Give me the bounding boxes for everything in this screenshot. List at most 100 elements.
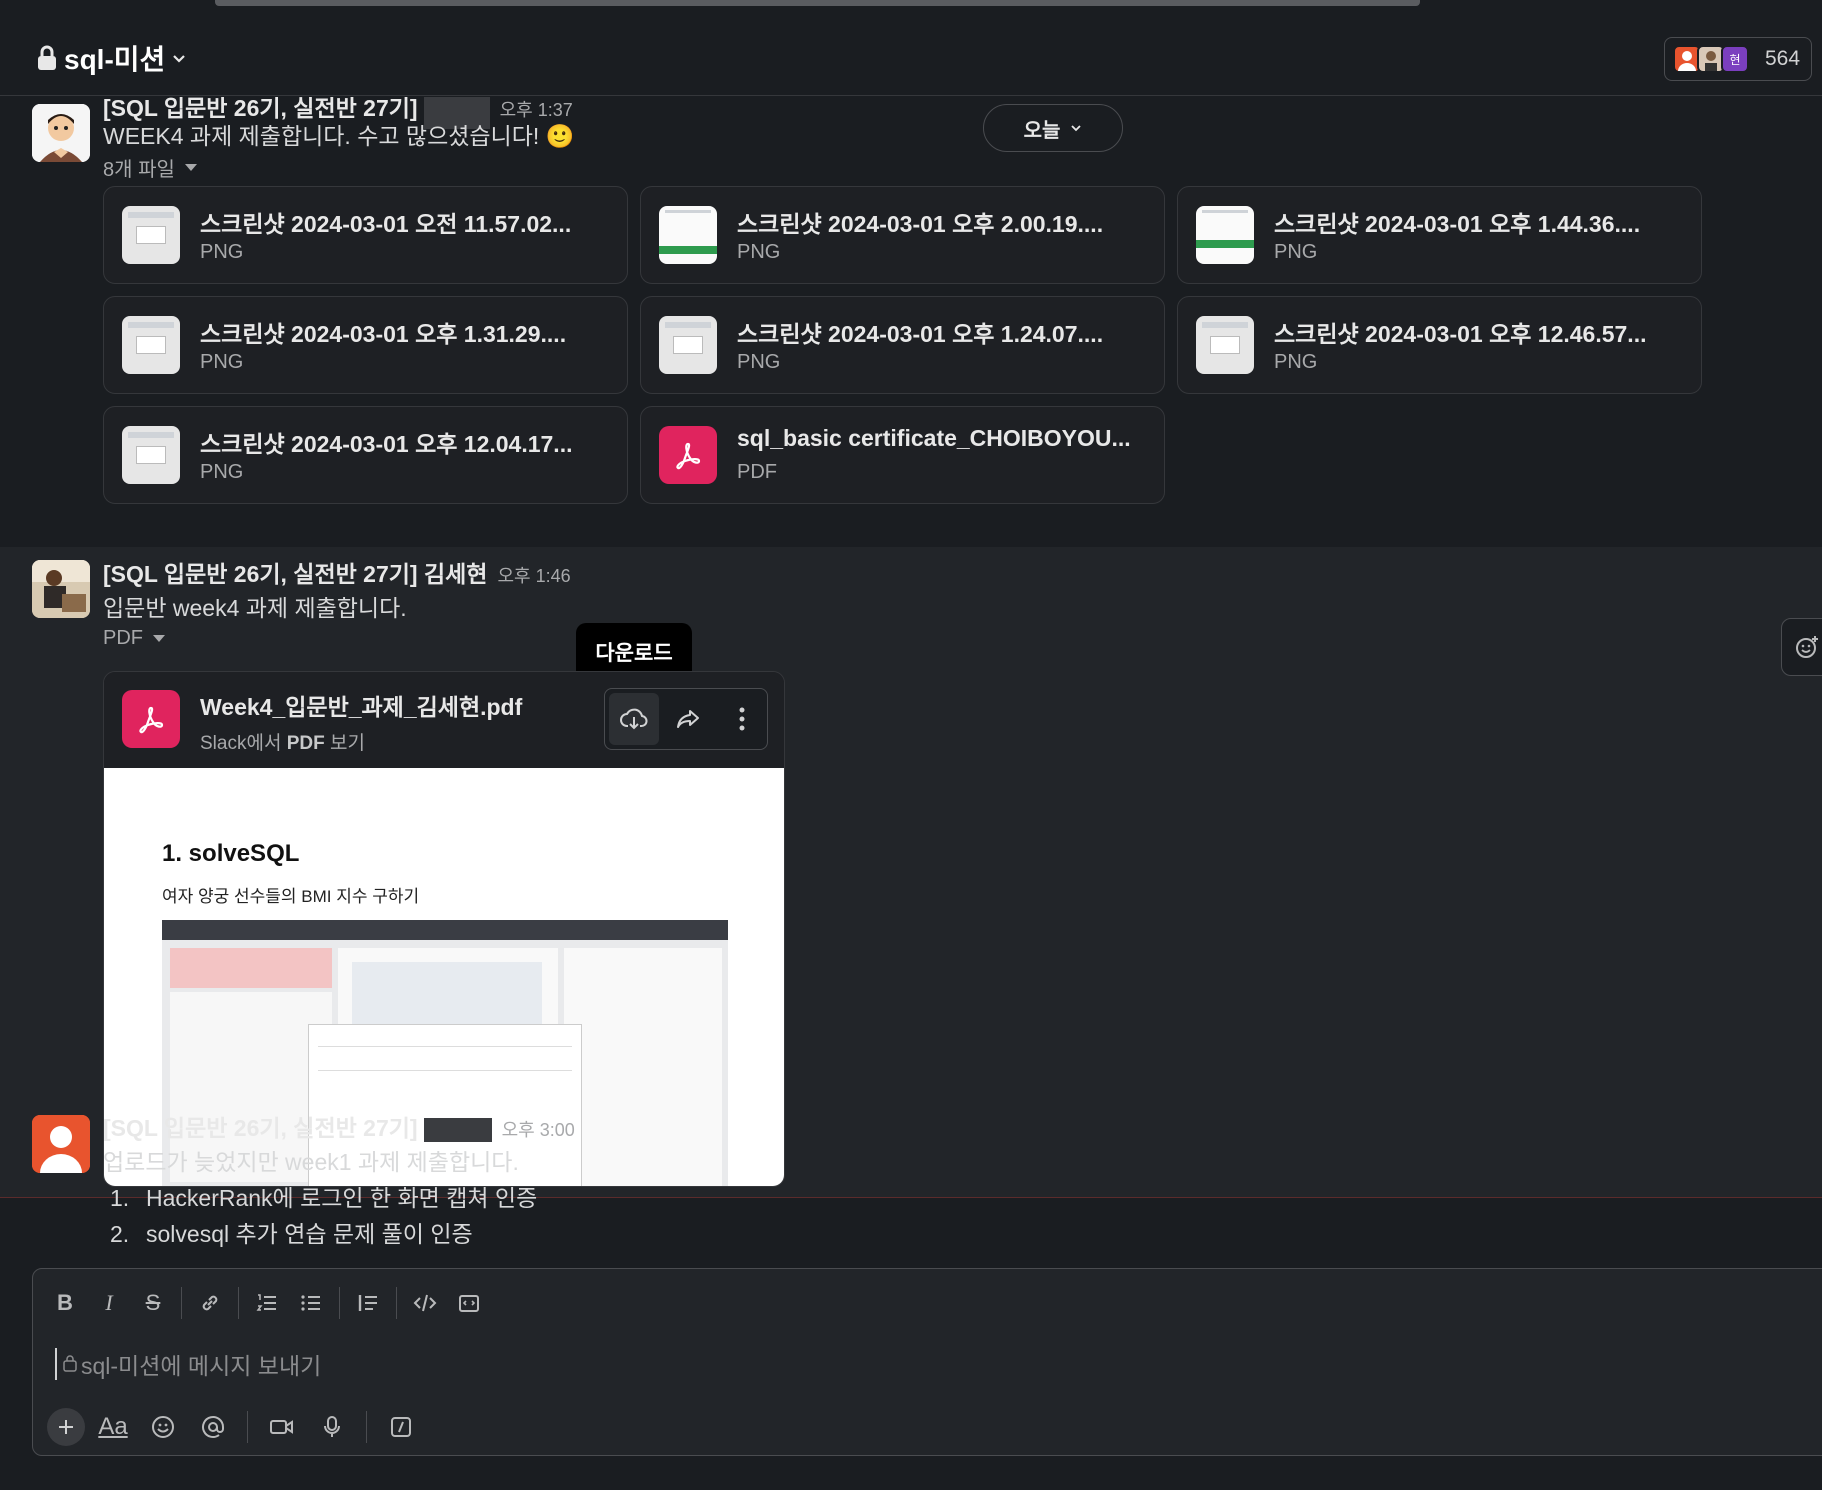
date-jump-pill[interactable]: 오늘 xyxy=(983,104,1123,152)
file-name: 스크린샷 2024-03-01 오후 1.31.29.... xyxy=(200,321,567,347)
ordered-list-icon xyxy=(256,1294,276,1311)
file-attachment[interactable]: 스크린샷 2024-03-01 오전 11.57.02... PNG xyxy=(103,186,628,284)
video-camera-icon xyxy=(270,1420,293,1434)
file-attachment[interactable]: 스크린샷 2024-03-01 오후 1.44.36.... PNG xyxy=(1177,186,1702,284)
file-actions-toolbar xyxy=(604,688,768,750)
files-toggle[interactable]: PDF xyxy=(103,627,165,650)
list-item: 2. solvesql 추가 연습 문제 풀이 인증 xyxy=(110,1215,537,1251)
top-scrollbar-area xyxy=(0,0,1822,16)
list-number: 1. xyxy=(110,1185,130,1211)
subtitle-prefix: Slack에서 xyxy=(200,733,282,754)
formatting-toggle-button[interactable]: Aa xyxy=(91,1407,135,1447)
message-text: 입문반 week4 과제 제출합니다. xyxy=(103,595,407,621)
file-attachment[interactable]: 스크린샷 2024-03-01 오후 1.31.29.... PNG xyxy=(103,296,628,394)
code-icon xyxy=(413,1294,437,1312)
pdf-card-header: Week4_입문반_과제_김세현.pdf Slack에서 PDF 보기 xyxy=(104,672,784,768)
file-attachment[interactable]: 스크린샷 2024-03-01 오후 2.00.19.... PNG xyxy=(640,186,1165,284)
member-avatar: 현 xyxy=(1721,45,1749,73)
message-text: WEEK4 과제 제출합니다. 수고 많으셨습니다! 🙂 xyxy=(103,123,575,149)
user-avatar[interactable] xyxy=(32,1115,90,1173)
caret-down-icon xyxy=(153,635,165,642)
subtitle-suffix: 보기 xyxy=(329,733,365,754)
code-block-button[interactable] xyxy=(447,1283,491,1323)
image-thumbnail xyxy=(659,316,717,374)
file-attachment[interactable]: 스크린샷 2024-03-01 오후 12.04.17... PNG xyxy=(103,406,628,504)
file-type: PNG xyxy=(1274,351,1318,373)
input-placeholder: sql-미션에 메시지 보내기 xyxy=(81,1353,322,1379)
file-name: 스크린샷 2024-03-01 오전 11.57.02... xyxy=(200,211,572,237)
file-name: sql_basic certificate_CHOIBOYOU... xyxy=(737,425,1131,451)
bold-icon: B xyxy=(57,1290,73,1315)
files-type-label: PDF xyxy=(103,627,143,649)
file-type: PNG xyxy=(737,241,781,263)
list-item: 1. HackerRank에 로그인 한 화면 캡쳐 인증 xyxy=(110,1179,537,1215)
horizontal-scrollbar[interactable] xyxy=(215,0,1420,6)
toolbar-divider xyxy=(366,1411,367,1443)
text-caret xyxy=(55,1348,57,1380)
attach-plus-button[interactable] xyxy=(47,1408,85,1446)
code-block-icon xyxy=(459,1295,479,1312)
video-clip-button[interactable] xyxy=(260,1407,304,1447)
slash-command-button[interactable] xyxy=(379,1407,423,1447)
link-button[interactable] xyxy=(188,1283,232,1323)
blockquote-button[interactable] xyxy=(346,1283,390,1323)
numbered-list: 1. HackerRank에 로그인 한 화면 캡쳐 인증 2. solvesql … xyxy=(110,1179,537,1251)
bulleted-list-button[interactable] xyxy=(289,1283,333,1323)
strikethrough-button[interactable]: S xyxy=(131,1283,175,1323)
emoji-button[interactable] xyxy=(141,1407,185,1447)
toolbar-divider xyxy=(238,1287,239,1319)
date-pill-label: 오늘 xyxy=(1023,119,1061,142)
file-name: 스크린샷 2024-03-01 오후 12.04.17... xyxy=(200,431,573,457)
mention-button[interactable] xyxy=(191,1407,235,1447)
timestamp[interactable]: 오후 1:46 xyxy=(497,566,570,586)
italic-icon: I xyxy=(105,1290,113,1315)
ordered-list-button[interactable] xyxy=(245,1283,289,1323)
sender-name[interactable]: [SQL 입문반 26기, 실전반 27기] 김세현 xyxy=(103,561,487,587)
cloud-download-icon xyxy=(620,708,648,730)
files-toggle[interactable]: 8개 파일 xyxy=(103,153,197,182)
channel-name: sql-미션 xyxy=(64,44,166,75)
audio-clip-button[interactable] xyxy=(310,1407,354,1447)
image-thumbnail xyxy=(122,316,180,374)
at-sign-icon xyxy=(202,1416,224,1438)
redacted-name xyxy=(423,1117,492,1142)
lock-icon xyxy=(63,1351,77,1378)
message-input[interactable]: sql-미션에 메시지 보내기 xyxy=(55,1347,321,1381)
emoji-add-icon xyxy=(1796,636,1818,658)
download-button[interactable] xyxy=(609,693,659,745)
channel-name-button[interactable]: sql-미션 xyxy=(36,38,187,78)
image-thumbnail xyxy=(122,426,180,484)
pdf-view-subtitle: Slack에서 PDF 보기 xyxy=(200,728,365,755)
preview-subheading: 여자 양궁 선수들의 BMI 지수 구하기 xyxy=(162,887,420,906)
file-type: PNG xyxy=(200,351,244,373)
file-attachment[interactable]: 스크린샷 2024-03-01 오후 12.46.57... PNG xyxy=(1177,296,1702,394)
member-count: 564 xyxy=(1765,47,1801,70)
subtitle-bold: PDF xyxy=(286,733,325,754)
timestamp[interactable]: 오후 3:00 xyxy=(502,1120,575,1140)
list-number: 2. xyxy=(110,1221,130,1247)
bold-button[interactable]: B xyxy=(43,1283,87,1323)
italic-button[interactable]: I xyxy=(87,1283,131,1323)
member-list-button[interactable]: 현 564 xyxy=(1664,37,1812,81)
share-button[interactable] xyxy=(663,693,713,745)
sender-name[interactable]: [SQL 입문반 26기, 실전반 27기] xyxy=(103,1115,418,1141)
chevron-down-icon xyxy=(171,50,187,66)
more-actions-button[interactable] xyxy=(717,693,767,745)
file-name: 스크린샷 2024-03-01 오후 2.00.19.... xyxy=(737,211,1104,237)
file-attachment[interactable]: sql_basic certificate_CHOIBOYOU... PDF xyxy=(640,406,1165,504)
strikethrough-icon: S xyxy=(145,1290,161,1315)
preview-heading: 1. solveSQL xyxy=(162,840,300,867)
channel-header: sql-미션 현 564 xyxy=(0,16,1822,96)
user-avatar[interactable] xyxy=(32,560,90,618)
plus-icon xyxy=(59,1420,73,1434)
bulleted-list-icon xyxy=(301,1295,320,1311)
file-name: 스크린샷 2024-03-01 오후 1.44.36.... xyxy=(1274,211,1641,237)
add-reaction-button[interactable] xyxy=(1781,618,1822,676)
user-avatar[interactable] xyxy=(32,104,90,162)
code-button[interactable] xyxy=(403,1283,447,1323)
pdf-file-name[interactable]: Week4_입문반_과제_김세현.pdf xyxy=(200,688,522,722)
list-text: HackerRank에 로그인 한 화면 캡쳐 인증 xyxy=(146,1185,538,1211)
lock-icon xyxy=(36,45,58,71)
file-attachment[interactable]: 스크린샷 2024-03-01 오후 1.24.07.... PNG xyxy=(640,296,1165,394)
composer-bottom-toolbar: Aa xyxy=(47,1405,423,1449)
